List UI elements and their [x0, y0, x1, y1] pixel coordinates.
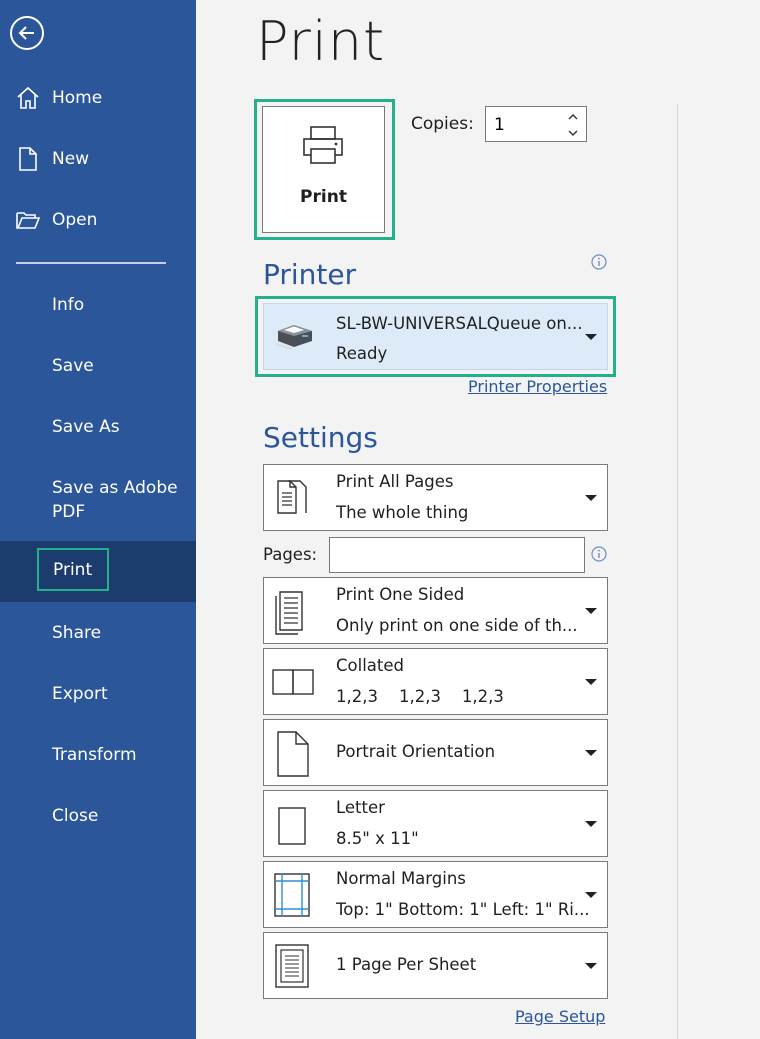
nav-info[interactable]: Info	[0, 280, 196, 330]
nav-save-label: Save	[52, 356, 94, 376]
chevron-down-icon	[585, 892, 597, 898]
back-button[interactable]	[10, 16, 44, 50]
chevron-down-icon	[585, 679, 597, 685]
info-icon[interactable]	[591, 546, 607, 562]
collation-dropdown[interactable]: Collated 1,2,3 1,2,3 1,2,3	[263, 648, 608, 715]
nav-export-label: Export	[52, 684, 108, 704]
orientation-dropdown[interactable]: Portrait Orientation	[263, 719, 608, 786]
printer-icon	[303, 126, 343, 164]
copies-input[interactable]	[494, 113, 554, 137]
printer-status: Ready	[336, 344, 388, 363]
margins-title: Normal Margins	[336, 869, 466, 888]
print-button-label: Print	[300, 187, 347, 207]
printer-dropdown[interactable]: SL-BW-UNIVERSALQueue on... Ready	[263, 303, 608, 370]
pages-per-sheet-icon	[275, 944, 309, 988]
printer-section-title: Printer	[263, 258, 357, 291]
nav-save[interactable]: Save	[0, 341, 196, 391]
nav-close[interactable]: Close	[0, 791, 196, 841]
paper-size-dropdown[interactable]: Letter 8.5" x 11"	[263, 790, 608, 857]
margins-subtitle: Top: 1" Bottom: 1" Left: 1" Ri...	[336, 900, 590, 919]
new-document-icon	[19, 147, 37, 171]
nav-new[interactable]: New	[0, 134, 196, 184]
nav-print-label: Print	[37, 548, 109, 591]
chevron-down-icon[interactable]	[566, 126, 580, 140]
back-arrow-icon	[18, 26, 34, 40]
one-sided-icon	[275, 591, 303, 635]
nav-save-as-label: Save As	[52, 417, 120, 437]
paper-size-title: Letter	[336, 798, 385, 817]
nav-transform-label: Transform	[52, 745, 137, 765]
orientation-title: Portrait Orientation	[336, 742, 496, 761]
sidebar-divider	[16, 262, 166, 264]
print-range-title: Print All Pages	[336, 472, 454, 491]
portrait-page-icon	[277, 731, 309, 777]
chevron-down-icon	[585, 750, 597, 756]
print-button[interactable]: Print	[262, 106, 385, 233]
sides-title: Print One Sided	[336, 585, 465, 604]
print-button-highlight: Print	[254, 99, 395, 240]
nav-transform[interactable]: Transform	[0, 730, 196, 780]
nav-home-label: Home	[52, 88, 103, 108]
collation-title: Collated	[336, 656, 404, 675]
copies-label: Copies:	[411, 114, 474, 134]
pages-label: Pages:	[263, 545, 318, 564]
nav-close-label: Close	[52, 806, 99, 826]
printer-name: SL-BW-UNIVERSALQueue on...	[336, 314, 583, 333]
nav-print[interactable]: Print	[0, 541, 196, 602]
nav-new-label: New	[52, 149, 90, 169]
nav-save-as-adobe-pdf-label: Save as Adobe PDF	[52, 478, 178, 522]
print-range-dropdown[interactable]: Print All Pages The whole thing	[263, 464, 608, 531]
chevron-down-icon	[585, 963, 597, 969]
sides-subtitle: Only print on one side of th...	[336, 616, 578, 635]
paper-size-icon	[278, 807, 306, 845]
nav-save-as[interactable]: Save As	[0, 402, 196, 452]
chevron-up-icon[interactable]	[566, 110, 580, 124]
printer-device-icon	[276, 325, 312, 350]
nav-export[interactable]: Export	[0, 669, 196, 719]
collation-subtitle: 1,2,3 1,2,3 1,2,3	[336, 687, 504, 706]
chevron-down-icon	[585, 608, 597, 614]
page-title: Print	[256, 10, 386, 73]
nav-home[interactable]: Home	[0, 73, 196, 123]
info-icon[interactable]	[591, 254, 607, 270]
nav-share-label: Share	[52, 623, 102, 643]
chevron-down-icon	[585, 821, 597, 827]
paper-size-subtitle: 8.5" x 11"	[336, 829, 419, 848]
chevron-down-icon	[585, 495, 597, 501]
print-range-subtitle: The whole thing	[336, 503, 469, 522]
pages-per-sheet-title: 1 Page Per Sheet	[336, 955, 477, 974]
preview-divider	[677, 104, 678, 1039]
backstage-sidebar: Home New Open Info Save Save As Save as …	[0, 0, 196, 1039]
margins-icon	[274, 873, 310, 917]
pages-per-sheet-dropdown[interactable]: 1 Page Per Sheet	[263, 932, 608, 999]
nav-open-label: Open	[52, 210, 98, 230]
settings-section-title: Settings	[263, 421, 378, 454]
page-setup-link[interactable]: Page Setup	[515, 1007, 605, 1026]
nav-save-as-adobe-pdf[interactable]: Save as Adobe PDF	[0, 466, 196, 530]
home-icon	[17, 86, 39, 109]
collated-icon	[272, 669, 314, 695]
margins-dropdown[interactable]: Normal Margins Top: 1" Bottom: 1" Left: …	[263, 861, 608, 928]
folder-open-icon	[16, 212, 41, 229]
printer-dropdown-highlight: SL-BW-UNIVERSALQueue on... Ready	[255, 296, 616, 377]
all-pages-icon	[277, 480, 307, 514]
sides-dropdown[interactable]: Print One Sided Only print on one side o…	[263, 577, 608, 644]
printer-properties-link[interactable]: Printer Properties	[468, 377, 607, 396]
nav-share[interactable]: Share	[0, 608, 196, 658]
copies-stepper[interactable]	[485, 106, 587, 142]
nav-open[interactable]: Open	[0, 195, 196, 245]
chevron-down-icon	[585, 334, 597, 340]
nav-info-label: Info	[52, 295, 85, 315]
pages-input[interactable]	[329, 537, 585, 573]
